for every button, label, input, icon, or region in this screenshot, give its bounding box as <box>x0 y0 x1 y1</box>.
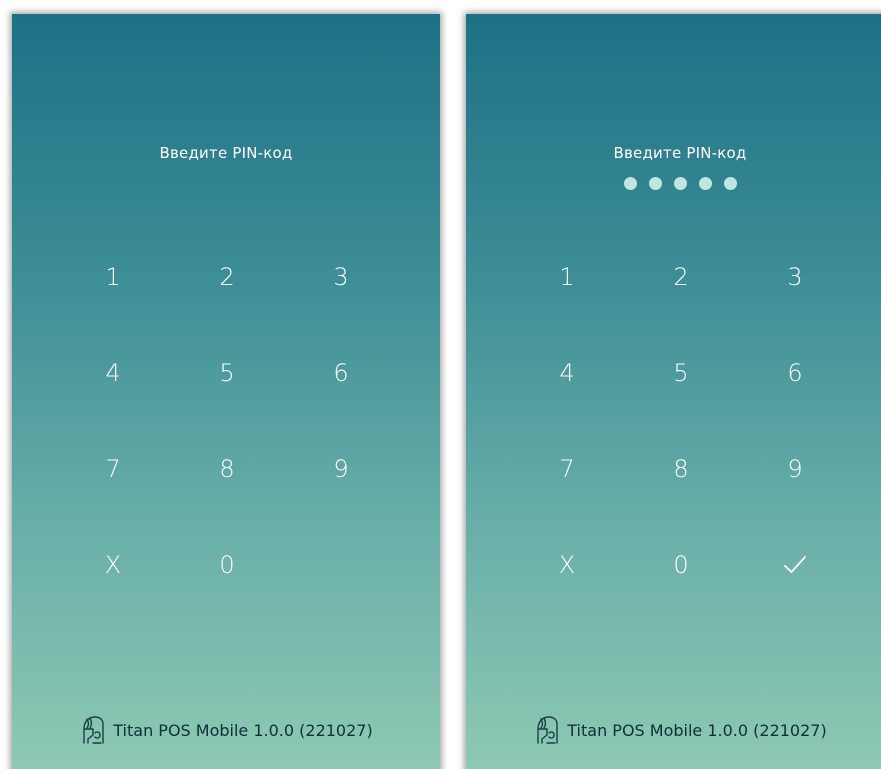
pin-dot <box>723 177 737 190</box>
key-3[interactable]: 3 <box>738 229 852 325</box>
app-version-label: Titan POS Mobile 1.0.0 (221027) <box>567 720 827 740</box>
app-version-label: Titan POS Mobile 1.0.0 (221027) <box>113 720 373 740</box>
pin-prompt: Введите PIN-код <box>613 144 747 162</box>
key-6[interactable]: 6 <box>738 325 852 421</box>
key-9[interactable]: 9 <box>738 421 852 517</box>
key-7[interactable]: 7 <box>510 421 624 517</box>
pin-dot <box>673 177 687 190</box>
titan-helmet-logo-icon <box>79 715 105 745</box>
key-2[interactable]: 2 <box>624 229 738 325</box>
key-0[interactable]: 0 <box>624 517 738 613</box>
key-7[interactable]: 7 <box>56 421 170 517</box>
key-9[interactable]: 9 <box>284 421 398 517</box>
pin-dot <box>648 177 662 190</box>
key-8[interactable]: 8 <box>170 421 284 517</box>
key-1[interactable]: 1 <box>510 229 624 325</box>
titan-helmet-logo-icon <box>533 715 559 745</box>
key-5[interactable]: 5 <box>170 325 284 421</box>
empty-key-slot <box>284 517 398 613</box>
key-5[interactable]: 5 <box>624 325 738 421</box>
key-4[interactable]: 4 <box>510 325 624 421</box>
key-2[interactable]: 2 <box>170 229 284 325</box>
pin-dots <box>466 177 881 190</box>
pin-dot <box>698 177 712 190</box>
app-footer: Titan POS Mobile 1.0.0 (221027) <box>12 715 440 745</box>
keypad: 1 2 3 4 5 6 7 8 9 X 0 <box>56 229 398 613</box>
pin-prompt: Введите PIN-код <box>159 144 293 162</box>
key-0[interactable]: 0 <box>170 517 284 613</box>
pin-dot <box>623 177 637 190</box>
clear-key[interactable]: X <box>56 517 170 613</box>
key-1[interactable]: 1 <box>56 229 170 325</box>
pin-screen-empty: Введите PIN-код 1 2 3 4 5 6 7 8 9 X 0 Ti… <box>12 14 440 769</box>
clear-key[interactable]: X <box>510 517 624 613</box>
stage: Введите PIN-код 1 2 3 4 5 6 7 8 9 X 0 Ti… <box>0 0 881 769</box>
key-3[interactable]: 3 <box>284 229 398 325</box>
app-footer: Titan POS Mobile 1.0.0 (221027) <box>466 715 881 745</box>
confirm-button[interactable] <box>738 517 852 613</box>
key-4[interactable]: 4 <box>56 325 170 421</box>
key-6[interactable]: 6 <box>284 325 398 421</box>
pin-screen-filled: Введите PIN-код 1 2 3 4 5 6 7 8 9 X 0 Ti… <box>466 14 881 769</box>
checkmark-icon <box>783 555 807 575</box>
key-8[interactable]: 8 <box>624 421 738 517</box>
keypad: 1 2 3 4 5 6 7 8 9 X 0 <box>510 229 852 613</box>
